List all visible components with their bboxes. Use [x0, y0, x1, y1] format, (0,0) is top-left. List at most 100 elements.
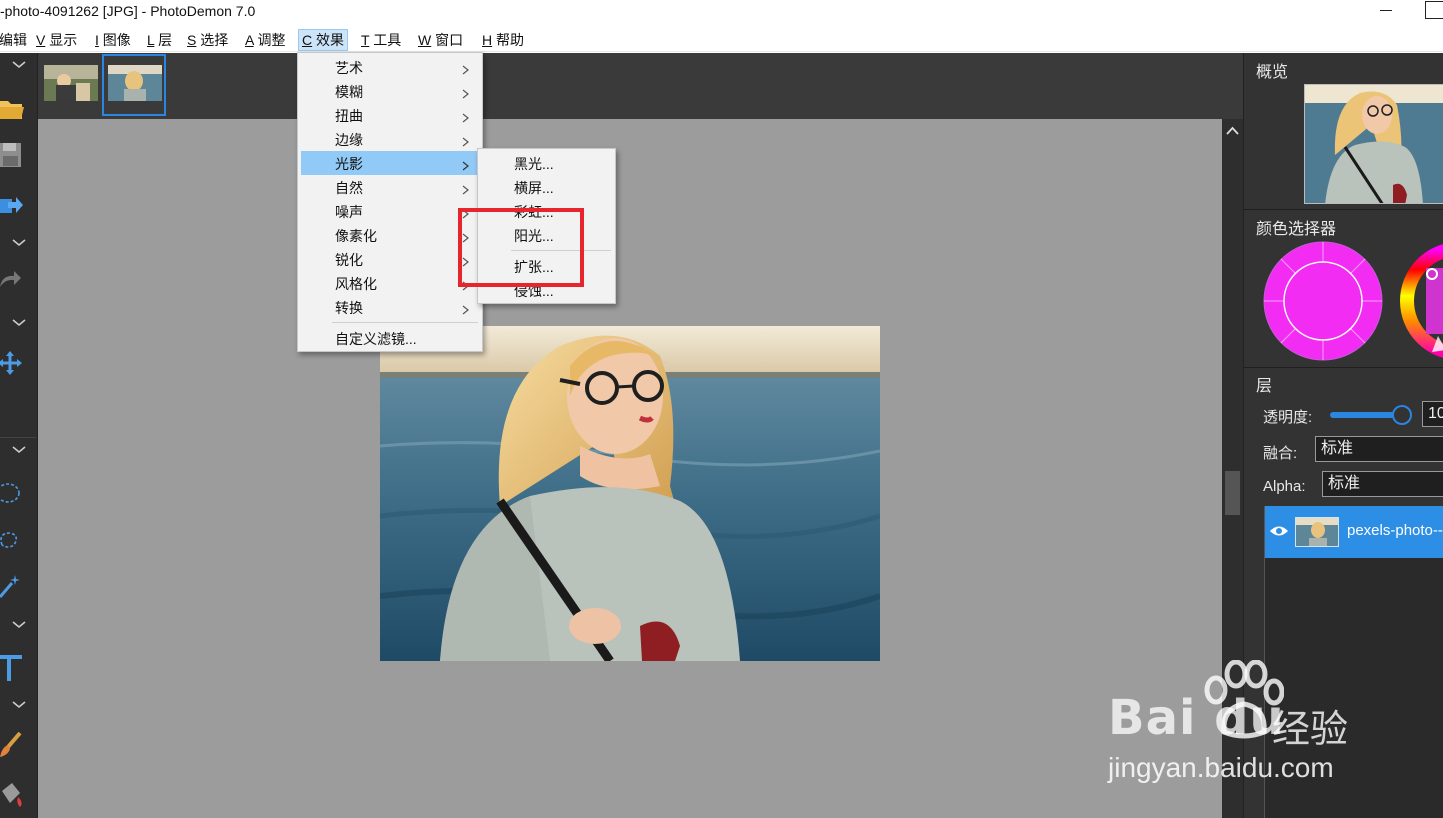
menu-item-label: 风格化 — [335, 276, 377, 292]
select-group-chevron-icon[interactable] — [12, 446, 26, 456]
menu-layer[interactable]: L 层 — [144, 29, 175, 51]
menu-select-label: 选择 — [196, 32, 229, 48]
menu-item-label: 像素化 — [335, 228, 377, 244]
alpha-mode-select[interactable]: 标准 — [1322, 471, 1443, 497]
ellipse-select-icon[interactable] — [0, 479, 28, 507]
magic-wand-icon[interactable] — [0, 571, 28, 599]
title-bar: -photo-4091262 [JPG] - PhotoDemon 7.0 — [0, 0, 1443, 28]
image-tab-thumbnail-1[interactable] — [44, 65, 98, 101]
effects-menu-item-custom-filter[interactable]: 自定义滤镜... — [301, 326, 479, 350]
submenu-item-landscape[interactable]: 横屏... — [481, 175, 613, 199]
primary-color-wheel[interactable] — [1262, 240, 1384, 362]
effects-dropdown-menu: 艺术 模糊 扭曲 边缘 光影 自然 噪声 像素化 锐化 风格化 转换 自定义滤镜… — [297, 52, 483, 352]
export-icon[interactable] — [0, 191, 28, 219]
menu-view[interactable]: V 显示 — [33, 29, 80, 51]
opacity-slider[interactable] — [1330, 405, 1412, 425]
redo-icon[interactable] — [0, 267, 28, 295]
menu-layer-label: 层 — [154, 32, 173, 48]
canvas-area[interactable] — [38, 119, 1222, 818]
watermark-text: 经验 — [1272, 709, 1349, 751]
fill-bucket-icon[interactable] — [0, 779, 28, 807]
paint-group-chevron-icon[interactable] — [12, 701, 26, 711]
submenu-arrow-icon — [462, 134, 469, 147]
maximize-button[interactable] — [1425, 1, 1443, 19]
image-tabs-strip — [38, 53, 1243, 119]
effects-menu-item-pixelate[interactable]: 像素化 — [301, 223, 479, 247]
effects-menu-item-stylize[interactable]: 风格化 — [301, 271, 479, 295]
menu-item-label: 自定义滤镜... — [335, 331, 417, 347]
effects-menu-item-noise[interactable]: 噪声 — [301, 199, 479, 223]
menu-select-key: S — [187, 32, 197, 48]
lasso-select-icon[interactable] — [0, 525, 28, 553]
menu-item-label: 噪声 — [335, 204, 363, 220]
effects-menu-item-natural[interactable]: 自然 — [301, 175, 479, 199]
toolbar-divider — [0, 437, 36, 438]
menu-tools[interactable]: T 工具 — [358, 29, 404, 51]
text-tool-icon[interactable] — [0, 651, 28, 681]
effects-menu-item-artistic[interactable]: 艺术 — [301, 55, 479, 79]
menu-item-label: 艺术 — [335, 60, 363, 76]
layers-title: 层 — [1256, 378, 1273, 395]
blend-label: 融合: — [1263, 445, 1298, 462]
menu-window-label: 窗口 — [431, 32, 464, 48]
file-group-chevron-icon[interactable] — [12, 61, 26, 71]
watermark-logo: Bai du — [1108, 690, 1285, 746]
opacity-slider-track — [1330, 412, 1400, 418]
minimize-button[interactable] — [1376, 2, 1396, 22]
menu-image[interactable]: I 图像 — [92, 29, 134, 51]
watermark-url: jingyan.baidu.com — [1108, 752, 1334, 783]
move-group-chevron-icon[interactable] — [12, 319, 26, 329]
menu-help[interactable]: H 帮助 — [479, 29, 527, 51]
blend-mode-select[interactable]: 标准 — [1315, 436, 1443, 462]
overview-thumbnail[interactable] — [1304, 84, 1443, 204]
layer-name: pexels-photo-- — [1347, 522, 1443, 539]
menu-separator — [332, 322, 478, 323]
move-tool-icon[interactable] — [0, 349, 28, 377]
menu-image-label: 图像 — [98, 32, 131, 48]
image-tab-thumbnail-2[interactable] — [108, 65, 162, 101]
effects-menu-item-blur[interactable]: 模糊 — [301, 79, 479, 103]
submenu-arrow-icon — [462, 182, 469, 195]
text-group-chevron-icon[interactable] — [12, 621, 26, 631]
menu-adjust-label: 调整 — [253, 32, 286, 48]
menu-bar: 编辑 V 显示 I 图像 L 层 S 选择 A 调整 C 效果 T 工具 W 窗… — [0, 28, 1443, 52]
submenu-item-label: 黑光... — [514, 156, 554, 172]
menu-view-key: V — [36, 32, 46, 48]
menu-item-label: 边缘 — [335, 132, 363, 148]
paintbrush-icon[interactable] — [0, 731, 28, 759]
effects-menu-item-transform[interactable]: 转换 — [301, 295, 479, 319]
menu-edit[interactable]: 编辑 — [0, 29, 30, 51]
scroll-up-arrow-icon[interactable] — [1226, 123, 1239, 135]
effects-menu-item-edges[interactable]: 边缘 — [301, 127, 479, 151]
menu-effects[interactable]: C 效果 — [298, 29, 349, 51]
save-icon[interactable] — [0, 141, 28, 169]
panel-divider — [1244, 209, 1443, 210]
effects-menu-item-light-and-shadow[interactable]: 光影 — [301, 151, 479, 175]
menu-help-label: 帮助 — [492, 32, 525, 48]
menu-select[interactable]: S 选择 — [184, 29, 231, 51]
edit-group-chevron-icon[interactable] — [12, 239, 26, 249]
submenu-item-black-light[interactable]: 黑光... — [481, 151, 613, 175]
scrollbar-thumb[interactable] — [1225, 471, 1240, 515]
menu-item-label: 自然 — [335, 180, 363, 196]
effects-menu-item-distort[interactable]: 扭曲 — [301, 103, 479, 127]
layer-thumbnail — [1295, 517, 1339, 547]
menu-item-label: 锐化 — [335, 252, 363, 268]
submenu-arrow-icon — [462, 158, 469, 171]
menu-effects-label: 效果 — [312, 32, 345, 48]
effects-menu-item-sharpen[interactable]: 锐化 — [301, 247, 479, 271]
visibility-eye-icon[interactable] — [1269, 524, 1289, 538]
submenu-arrow-icon — [462, 302, 469, 315]
open-folder-icon[interactable] — [0, 93, 28, 121]
opacity-value-field[interactable]: 10 — [1422, 401, 1443, 427]
menu-adjust-key: A — [245, 32, 254, 48]
menu-adjust[interactable]: A 调整 — [242, 29, 288, 51]
main-image[interactable] — [380, 326, 880, 661]
layer-row[interactable]: pexels-photo-- — [1265, 506, 1443, 558]
menu-tools-label: 工具 — [369, 32, 402, 48]
hue-color-ring[interactable] — [1398, 240, 1443, 362]
menu-window-key: W — [418, 32, 432, 48]
menu-window[interactable]: W 窗口 — [415, 29, 466, 51]
panel-divider — [1244, 367, 1443, 368]
opacity-slider-knob[interactable] — [1392, 405, 1412, 425]
